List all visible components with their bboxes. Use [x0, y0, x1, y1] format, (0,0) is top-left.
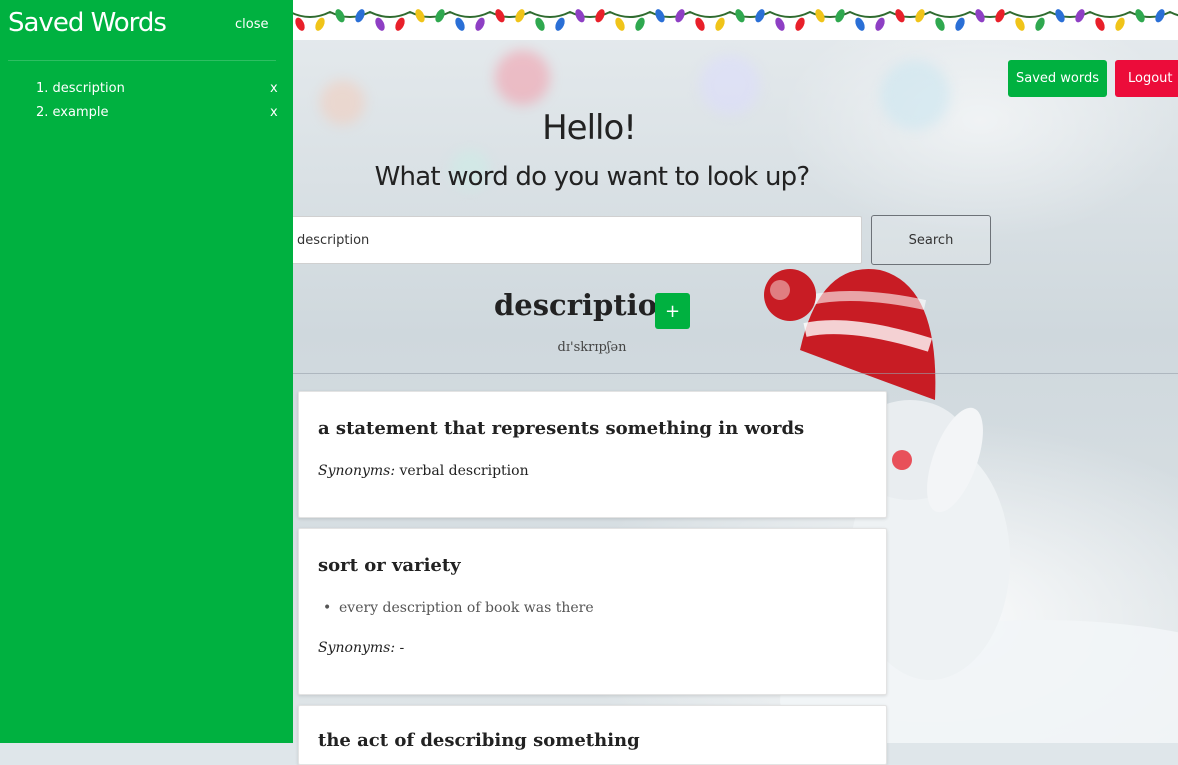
synonyms-label: Synonyms: [318, 640, 396, 656]
example-list-item: • every description of book was there [323, 600, 594, 616]
search-button[interactable]: Search [871, 215, 991, 265]
remove-saved-word-button[interactable]: x [270, 81, 278, 96]
search-input[interactable] [200, 216, 862, 264]
definition-text: a statement that represents something in… [318, 418, 805, 439]
saved-words-button[interactable]: Saved words [1008, 60, 1107, 97]
definition-card: the act of describing something [298, 705, 887, 765]
saved-word-item[interactable]: 2. example [36, 105, 109, 120]
sidebar-title: Saved Words [8, 8, 167, 38]
saved-word-item[interactable]: 1. description [36, 81, 125, 96]
example-text: every description of book was there [339, 600, 594, 616]
synonyms-line: Synonyms: - [318, 640, 404, 656]
logout-button[interactable]: Logout [1115, 60, 1178, 97]
definition-card: sort or variety • every description of b… [298, 528, 887, 695]
result-word: description [494, 288, 679, 322]
synonyms-line: Synonyms: verbal description [318, 463, 529, 479]
synonyms-value: - [399, 640, 405, 656]
synonyms-value: verbal description [399, 463, 529, 479]
synonyms-label: Synonyms: [318, 463, 396, 479]
remove-saved-word-button[interactable]: x [270, 105, 278, 120]
add-word-button[interactable]: + [655, 293, 690, 329]
definition-card: a statement that represents something in… [298, 391, 887, 518]
sidebar-divider [8, 60, 276, 61]
definition-text: sort or variety [318, 555, 461, 576]
definition-text: the act of describing something [318, 730, 640, 751]
sidebar-close-link[interactable]: close [235, 17, 268, 32]
saved-words-sidebar: Saved Words close 1. description x 2. ex… [0, 0, 293, 743]
